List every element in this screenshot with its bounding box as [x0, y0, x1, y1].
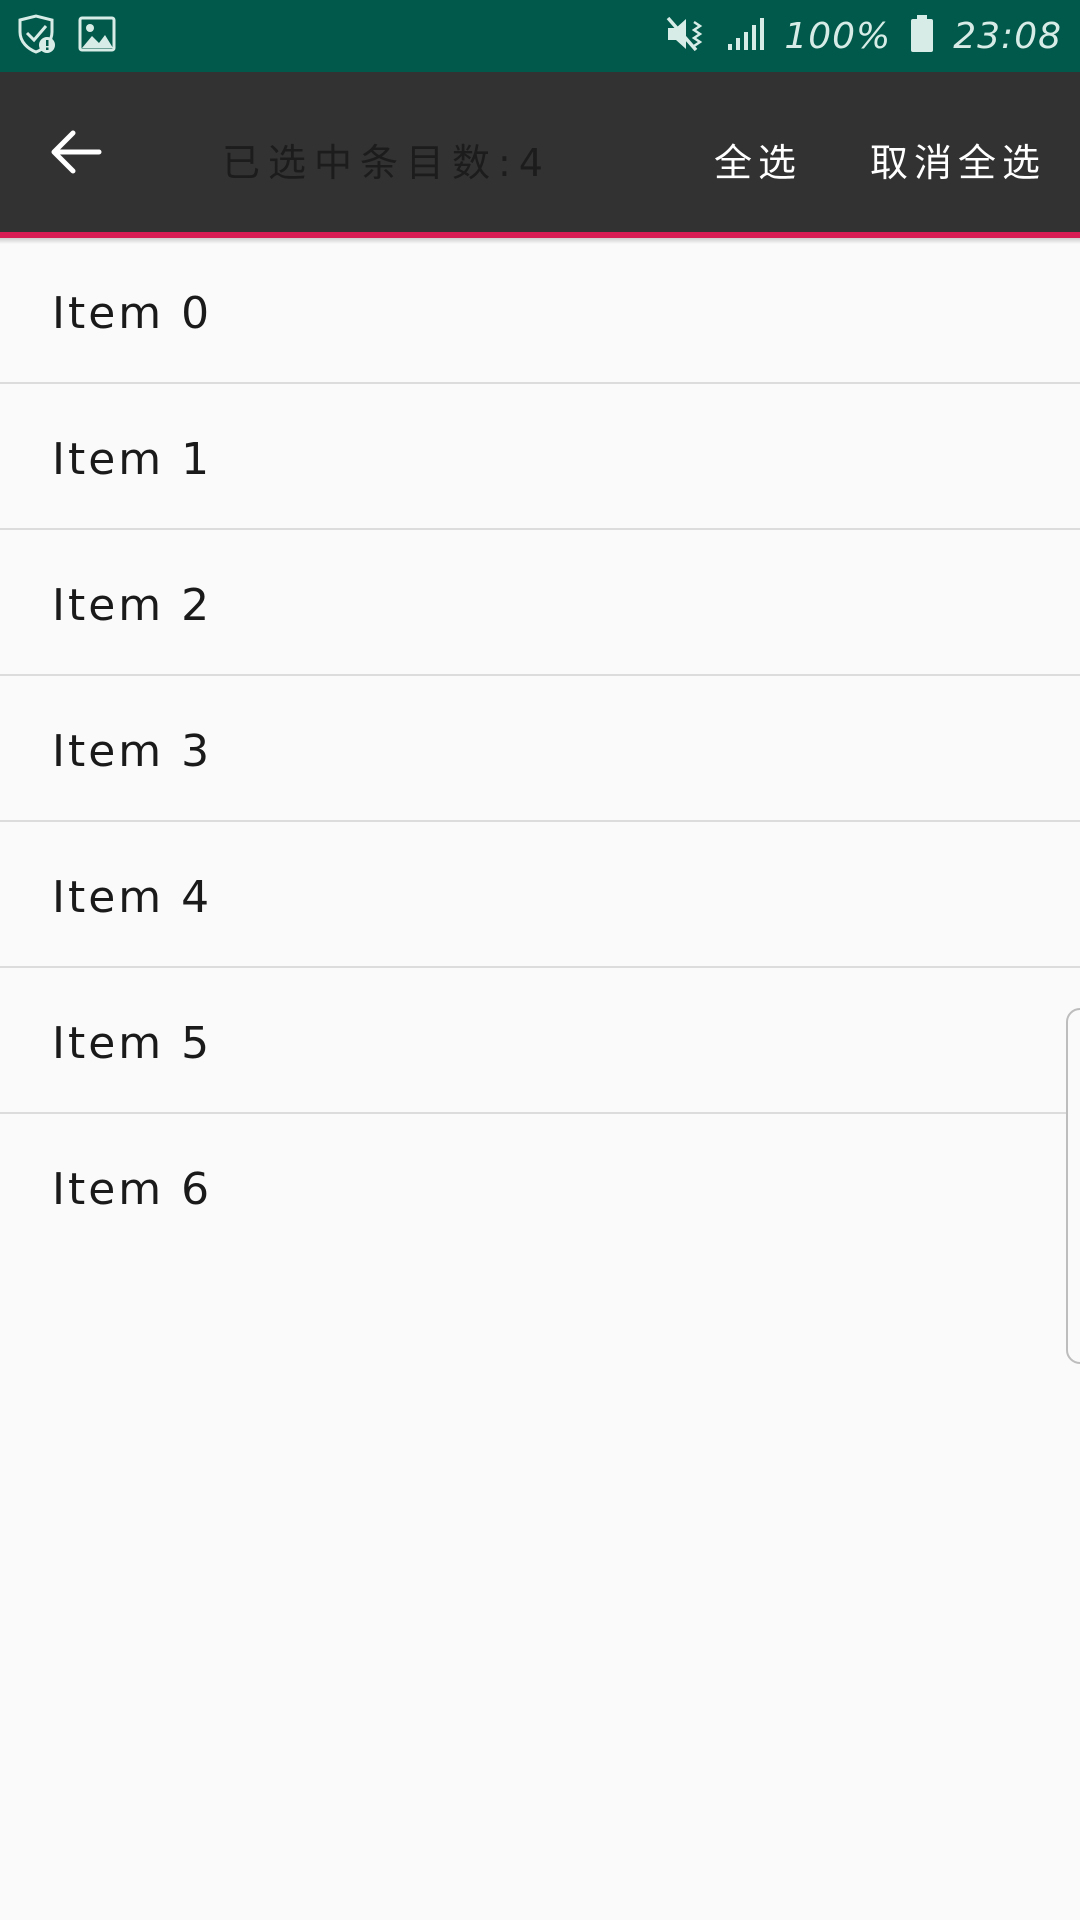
list-item[interactable]: Item 5 — [0, 968, 1080, 1114]
list-item-label: Item 5 — [52, 1018, 213, 1069]
list-item-label: Item 1 — [52, 434, 213, 485]
list-item[interactable]: Item 2 — [0, 530, 1080, 676]
clock: 23:08 — [953, 15, 1062, 57]
list-item-label: Item 4 — [52, 872, 213, 923]
list-item[interactable]: Item 1 — [0, 384, 1080, 530]
deselect-all-button[interactable]: 取消全选 — [870, 132, 1046, 187]
signal-icon — [726, 16, 766, 56]
list-item[interactable]: Item 4 — [0, 822, 1080, 968]
status-right-icons: 100% 23:08 — [664, 10, 1062, 62]
edge-panel-handle[interactable] — [1066, 1008, 1080, 1364]
gallery-icon — [78, 16, 116, 56]
mute-icon — [664, 14, 708, 58]
battery-percent: 100% — [784, 15, 892, 57]
arrow-left-icon — [49, 127, 103, 181]
select-all-button[interactable]: 全选 — [714, 132, 802, 187]
selected-count-title: 已选中条目数:4 — [222, 141, 551, 185]
list-item-label: Item 3 — [52, 726, 213, 777]
list-item[interactable]: Item 0 — [0, 238, 1080, 384]
list-item-label: Item 6 — [52, 1164, 213, 1215]
item-list: Item 0 Item 1 Item 2 Item 3 Item 4 Item … — [0, 238, 1080, 1260]
list-item[interactable]: Item 6 — [0, 1114, 1080, 1260]
list-item-label: Item 0 — [52, 288, 213, 339]
list-item[interactable]: Item 3 — [0, 676, 1080, 822]
shield-warning-icon — [16, 14, 56, 58]
battery-icon — [909, 14, 935, 58]
back-button[interactable] — [40, 118, 112, 190]
status-left-icons — [16, 14, 116, 58]
status-bar: 100% 23:08 — [0, 0, 1080, 72]
list-item-label: Item 2 — [52, 580, 213, 631]
